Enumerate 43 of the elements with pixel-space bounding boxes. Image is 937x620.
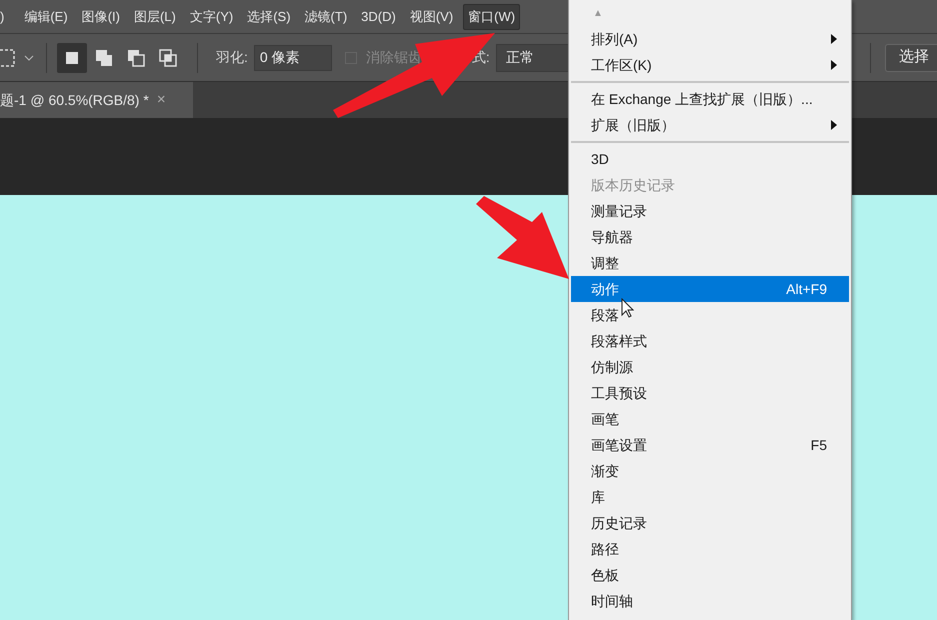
menu-entry[interactable]: 动作 Alt+F9 [571, 276, 849, 302]
menu-entry[interactable]: 导航器 [571, 224, 849, 250]
menu-entry[interactable]: 仿制源 [571, 354, 849, 380]
menu-entry[interactable]: 段落 [571, 302, 849, 328]
menu-entry[interactable]: 时间轴 [571, 588, 849, 614]
shortcut-label: F5 [810, 436, 827, 454]
menu-entry[interactable]: 色板 [571, 562, 849, 588]
shortcut-label: Alt+F9 [786, 280, 827, 298]
menu-entry[interactable]: 工具预设 [571, 380, 849, 406]
menu-entry[interactable]: 路径 [571, 536, 849, 562]
menu-entry[interactable]: 测量记录 [571, 198, 849, 224]
menu-item[interactable]: 文字(Y) [186, 4, 238, 30]
menu-item[interactable]: 图层(L) [130, 4, 180, 30]
menu-item[interactable]: 选择(S) [243, 4, 295, 30]
menu-entry[interactable]: 画笔设置 F5 [571, 432, 849, 458]
menu-item[interactable]: 滤镜(T) [300, 4, 352, 30]
menu-entry[interactable]: 渐变 [571, 458, 849, 484]
menu-entry[interactable]: 调整 [571, 250, 849, 276]
menu-item[interactable]: 3D(D) [357, 4, 400, 30]
selection-mode-button[interactable] [57, 42, 87, 72]
selection-mode-icon [159, 48, 177, 66]
menu-entry[interactable]: 段落样式 [571, 328, 849, 354]
feather-label: 羽化: [216, 48, 248, 67]
mouse-cursor-icon [621, 298, 634, 318]
document-tab[interactable]: 题-1 @ 60.5%(RGB/8) * × [0, 82, 193, 118]
selection-mode-icon [127, 48, 145, 66]
menu-item[interactable]: 编辑(E) [20, 4, 72, 30]
menu-item[interactable]: ) [0, 4, 8, 30]
menu-entry[interactable]: 画笔 [571, 406, 849, 432]
menu-entry[interactable]: 历史记录 [571, 510, 849, 536]
menu-entry[interactable]: 3D [571, 146, 849, 172]
menu-item[interactable]: 窗口(W) [463, 4, 520, 30]
chevron-down-icon[interactable] [24, 54, 34, 60]
menu-entry[interactable]: 库 [571, 484, 849, 510]
selection-mode-icon [95, 48, 113, 66]
feather-field[interactable]: 0 像素 [254, 44, 332, 70]
marquee-icon[interactable] [0, 48, 16, 66]
menu-entry[interactable]: 扩展（旧版） [571, 112, 849, 138]
menu-entry[interactable]: 在 Exchange 上查找扩展（旧版）... [571, 86, 849, 112]
select-button[interactable]: 选择 [885, 44, 937, 72]
document-title: 题-1 @ 60.5%(RGB/8) * [0, 90, 149, 110]
menu-item[interactable]: 图像(I) [78, 4, 124, 30]
menu-item[interactable]: 视图(V) [406, 4, 458, 30]
